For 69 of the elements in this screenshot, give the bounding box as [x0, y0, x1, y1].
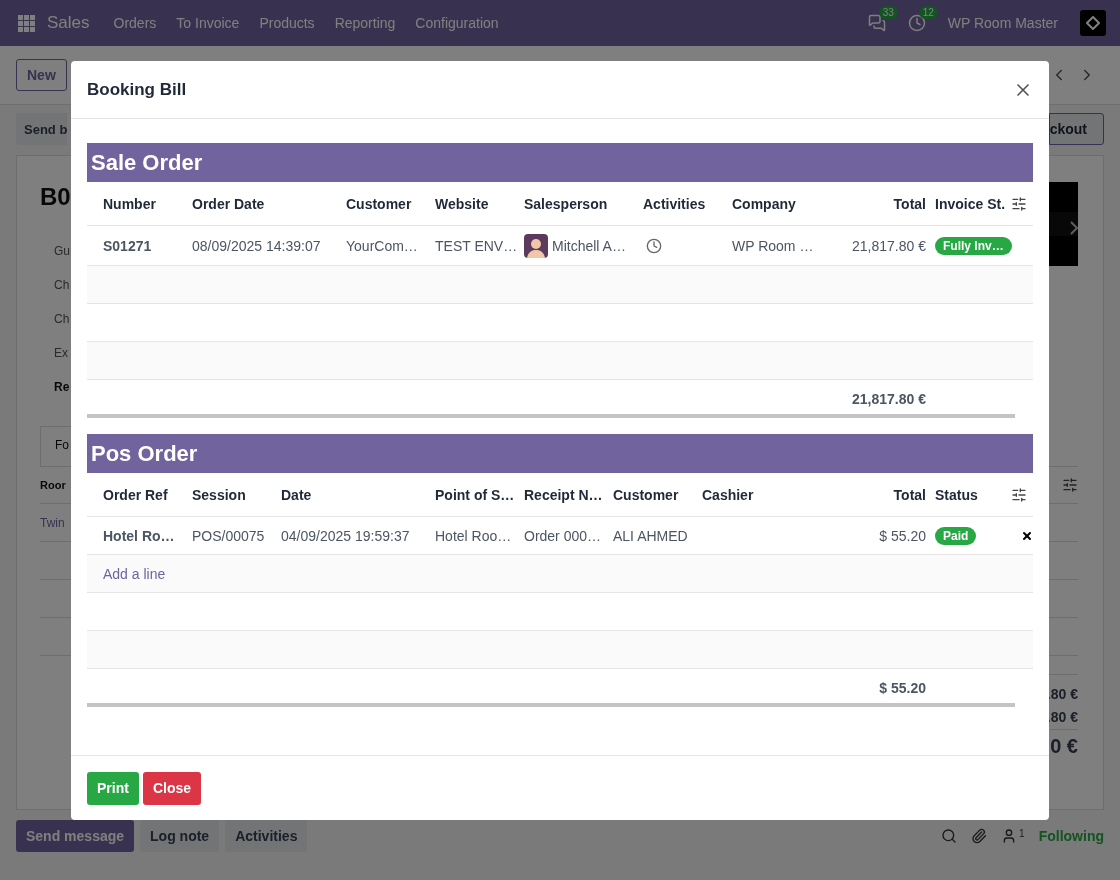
column-header[interactable]: Order Ref	[103, 486, 192, 503]
column-header[interactable]: Point of S…	[435, 486, 524, 503]
table-cell-text: TEST ENV…	[435, 237, 519, 254]
room-link[interactable]: Twin	[40, 515, 65, 530]
checkout-button[interactable]: ckout	[1048, 113, 1104, 145]
field-label: Re	[54, 379, 71, 396]
activity-count-badge: 12	[918, 6, 938, 19]
section-title-bar: Sale Order	[87, 143, 1033, 182]
app-name[interactable]: Sales	[47, 13, 90, 33]
status-badge: Fully Inv…	[935, 236, 1012, 255]
status-badge: Paid	[935, 526, 977, 545]
column-header[interactable]: Website	[435, 195, 524, 212]
chatter-button[interactable]: Log note	[140, 820, 220, 852]
table-cell-text: Hotel Roo…	[435, 527, 513, 544]
total-cell: $ 55.20	[879, 527, 926, 544]
column-header[interactable]: Salesperson	[524, 195, 643, 212]
print-button[interactable]: Print	[87, 771, 139, 805]
total-cell: 21,817.80 €	[852, 237, 926, 254]
table-cell-text: Order 000…	[524, 527, 603, 544]
status-button[interactable]: Send b	[16, 113, 68, 145]
subtotal-amount: .80 €	[1046, 708, 1078, 727]
column-header[interactable]: Status	[935, 486, 1005, 503]
menu-item[interactable]: Products	[249, 15, 325, 31]
column-header[interactable]: Session	[192, 486, 281, 503]
column-header[interactable]: Invoice St.	[935, 195, 1005, 212]
follower-count: 1	[1019, 828, 1025, 839]
column-header[interactable]: Company	[732, 195, 840, 212]
company-name[interactable]: WP Room Master	[947, 15, 1058, 31]
column-header: Roor	[40, 479, 66, 491]
menu-item[interactable]: Configuration	[405, 15, 509, 31]
subtotal-amount: .80 €	[1046, 685, 1078, 704]
record-title: B0	[40, 182, 71, 212]
grand-total-amount: 0 €	[1050, 729, 1078, 762]
column-header[interactable]: Total	[840, 486, 926, 503]
dialog-title: Booking Bill	[87, 79, 187, 100]
table-cell-text: S01271	[103, 237, 153, 254]
grand-total: 21,817.80 €	[851, 391, 926, 407]
section-title-bar: Pos Order	[87, 434, 1033, 473]
table-cell-text: POS/00075	[192, 527, 266, 544]
field-label: Ch	[54, 311, 71, 328]
column-header[interactable]: Number	[103, 195, 192, 212]
table-cell-text: YourCom…	[346, 237, 419, 254]
table-cell-text: Hotel Ro…	[103, 527, 176, 544]
close-button[interactable]: Close	[142, 771, 201, 805]
menu-item[interactable]: To Invoice	[166, 15, 250, 31]
column-header[interactable]: Order Date	[192, 195, 346, 212]
menu-item[interactable]: Reporting	[324, 15, 406, 31]
column-header[interactable]: Customer	[346, 195, 435, 212]
field-label: Ch	[54, 277, 71, 294]
column-header[interactable]: Customer	[613, 486, 702, 503]
message-count-badge: 33	[878, 6, 898, 19]
field-label: Ex	[54, 345, 69, 362]
table-cell-text: 08/09/2025 14:39:07	[192, 237, 322, 254]
column-header[interactable]: Cashier	[702, 486, 840, 503]
column-header[interactable]: Activities	[643, 195, 732, 212]
new-button[interactable]: New	[16, 59, 67, 91]
column-header[interactable]: Date	[281, 486, 435, 503]
table-cell-text: ALI AHMED	[613, 527, 689, 544]
table-cell-text: 04/09/2025 19:59:37	[281, 527, 411, 544]
chatter-button[interactable]: Activities	[225, 820, 308, 852]
column-header[interactable]: Receipt N…	[524, 486, 613, 503]
menu-item[interactable]: Orders	[103, 15, 167, 31]
column-header[interactable]: Total	[840, 195, 926, 212]
add-line-link[interactable]: Add a line	[103, 565, 435, 582]
grand-total: $ 55.20	[878, 680, 926, 696]
table-cell-text: WP Room …	[732, 237, 815, 254]
chatter-button[interactable]: Send message	[16, 820, 135, 852]
salesperson-name: Mitchell A…	[552, 237, 626, 254]
field-label: Gu	[54, 243, 71, 260]
